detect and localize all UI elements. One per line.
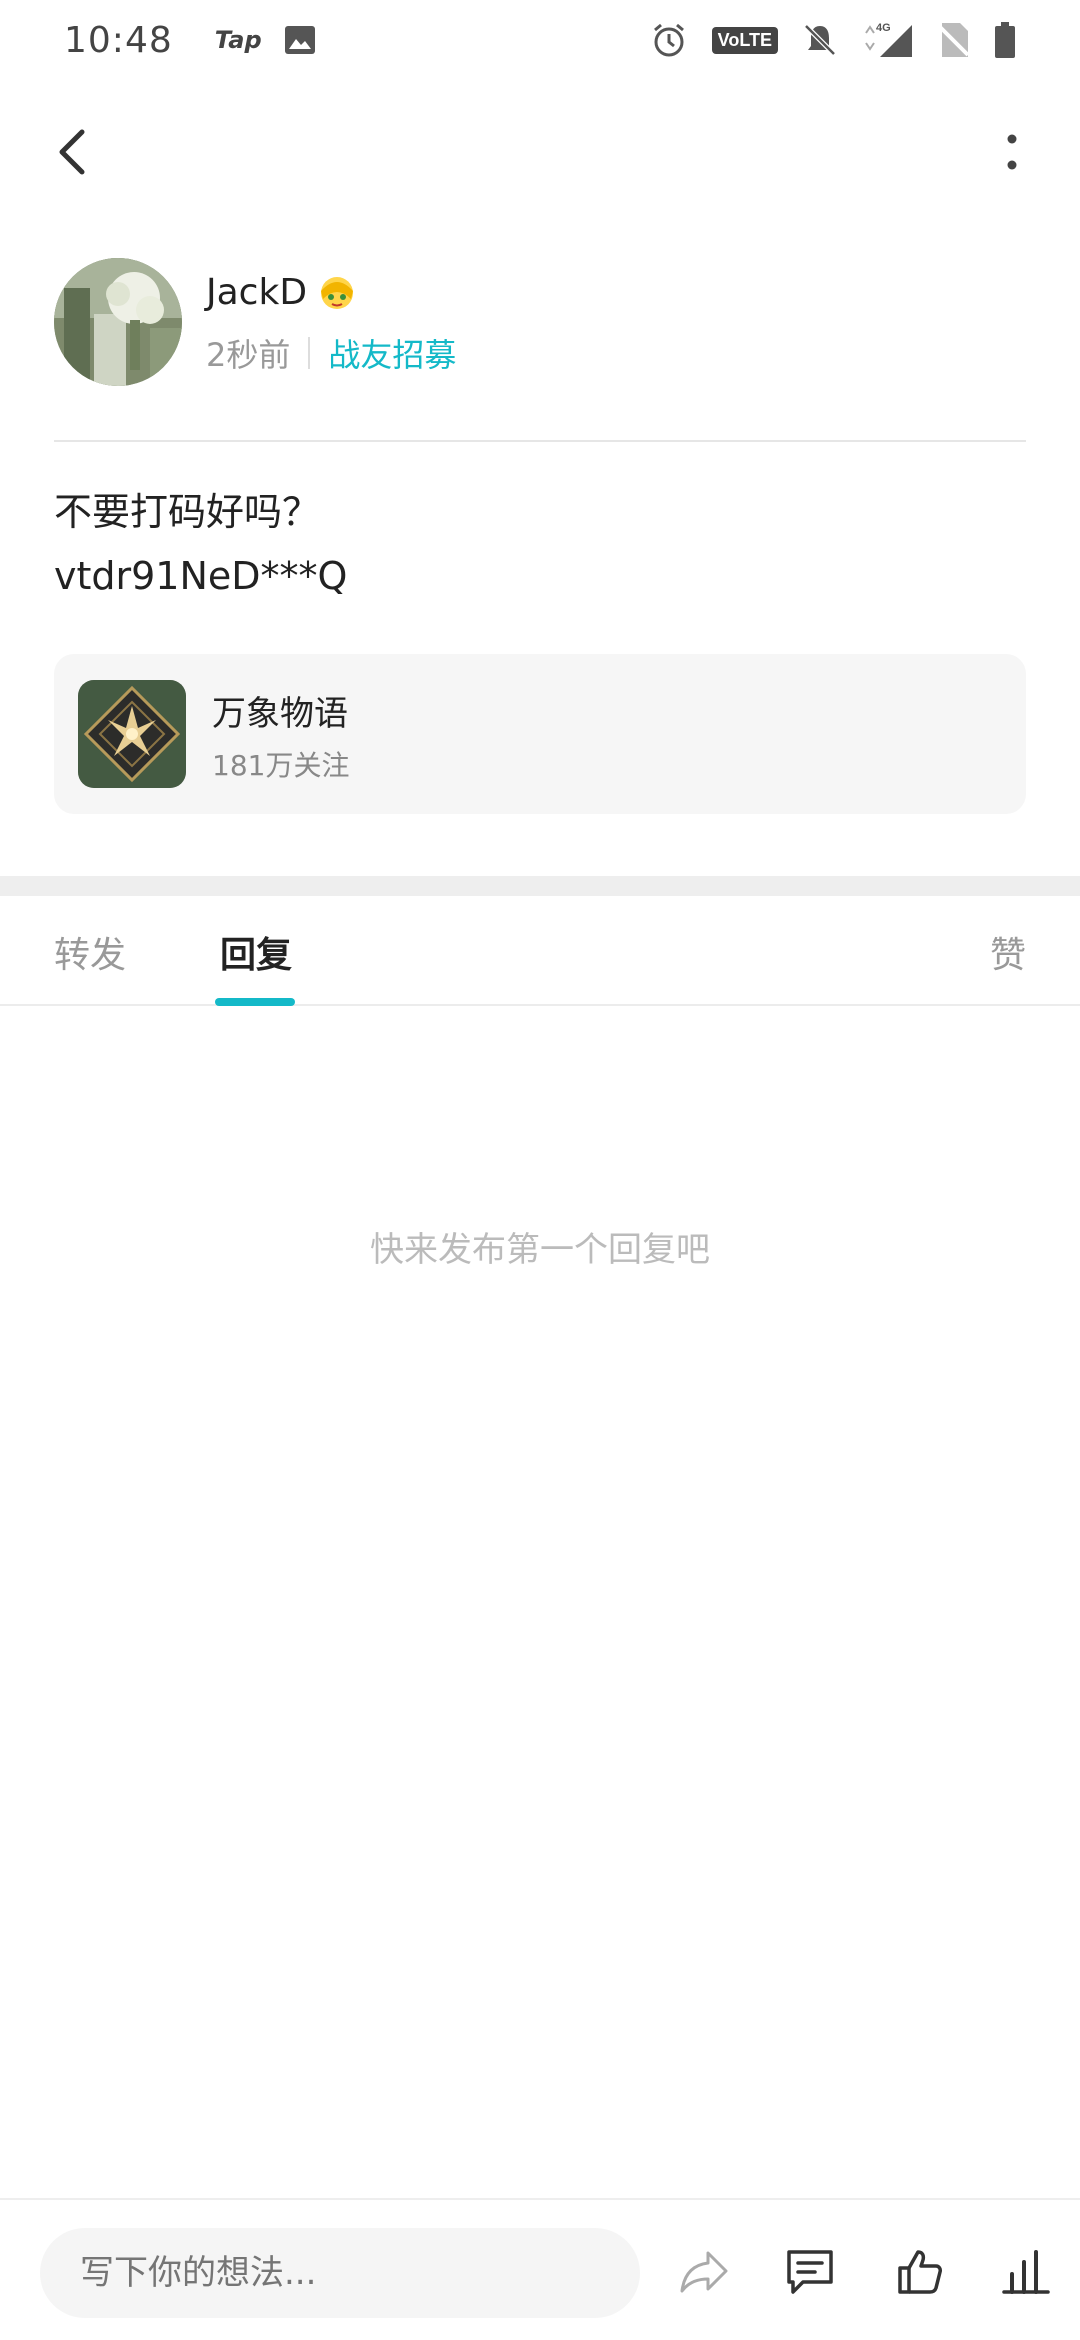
game-card[interactable]: 万象物语 181万关注: [54, 654, 1026, 814]
game-name: 万象物语: [212, 694, 348, 734]
tab-bar: 转发 回复 赞: [0, 896, 1080, 1006]
post-content: 不要打码好吗？ vtdr91NeD***Q: [54, 480, 1026, 608]
header-divider: [54, 440, 1026, 442]
status-bar: 10:48 Tap VoLTE 4G: [0, 0, 1080, 80]
gallery-notification-icon: [284, 26, 315, 54]
post-text-line-2: vtdr91NeD***Q: [54, 554, 348, 598]
post-category-link[interactable]: 战友招募: [328, 330, 456, 376]
no-sim-icon: [938, 23, 970, 57]
post-meta: 2秒前 战友招募: [206, 330, 456, 376]
section-separator: [0, 876, 1080, 896]
share-button[interactable]: [672, 2240, 736, 2304]
signal-4g-icon: 4G: [865, 22, 912, 57]
tab-repost[interactable]: 转发: [54, 926, 126, 978]
game-followers-count: 181万关注: [212, 749, 350, 782]
author-name[interactable]: JackD: [206, 272, 307, 313]
game-emblem-icon: [78, 680, 186, 788]
tab-reply[interactable]: 回复: [220, 926, 292, 978]
empty-replies-message: 快来发布第一个回复吧: [370, 1230, 710, 1270]
badge-avatar-icon: [321, 276, 354, 309]
more-options-button[interactable]: [980, 120, 1044, 184]
tap-app-label: Tap: [214, 26, 262, 54]
comment-input[interactable]: [40, 2228, 640, 2318]
avatar-image: [54, 258, 182, 386]
svg-text:4G: 4G: [876, 22, 891, 34]
tab-likes[interactable]: 赞: [990, 926, 1026, 978]
chevron-left-icon: [59, 129, 85, 175]
author-name-row: JackD: [206, 272, 357, 313]
avatar[interactable]: [54, 258, 182, 386]
game-icon: [78, 680, 186, 788]
back-button[interactable]: [40, 120, 104, 184]
bell-muted-icon: [804, 24, 836, 56]
comment-button[interactable]: [778, 2240, 842, 2304]
thumbs-up-icon: [898, 2250, 942, 2294]
top-nav: [0, 110, 1080, 194]
like-button[interactable]: [888, 2240, 952, 2304]
bar-chart-icon: [1002, 2250, 1050, 2294]
status-icons: VoLTE 4G: [650, 21, 1016, 59]
post-text-line-1: 不要打码好吗？: [54, 490, 321, 534]
stats-button[interactable]: [994, 2240, 1058, 2304]
battery-icon: [995, 22, 1015, 58]
share-arrow-icon: [680, 2251, 728, 2293]
bottom-action-bar: [0, 2198, 1080, 2340]
more-vertical-icon: [1007, 134, 1017, 170]
comment-icon: [787, 2250, 833, 2294]
meta-divider: [308, 337, 311, 369]
active-tab-indicator: [215, 998, 295, 1006]
volte-icon: VoLTE: [711, 26, 778, 54]
alarm-icon: [653, 23, 684, 57]
post-author: JackD 2秒前 战友招募: [54, 258, 1026, 388]
status-time: 10:48: [64, 19, 173, 61]
post-timestamp: 2秒前: [206, 336, 291, 374]
